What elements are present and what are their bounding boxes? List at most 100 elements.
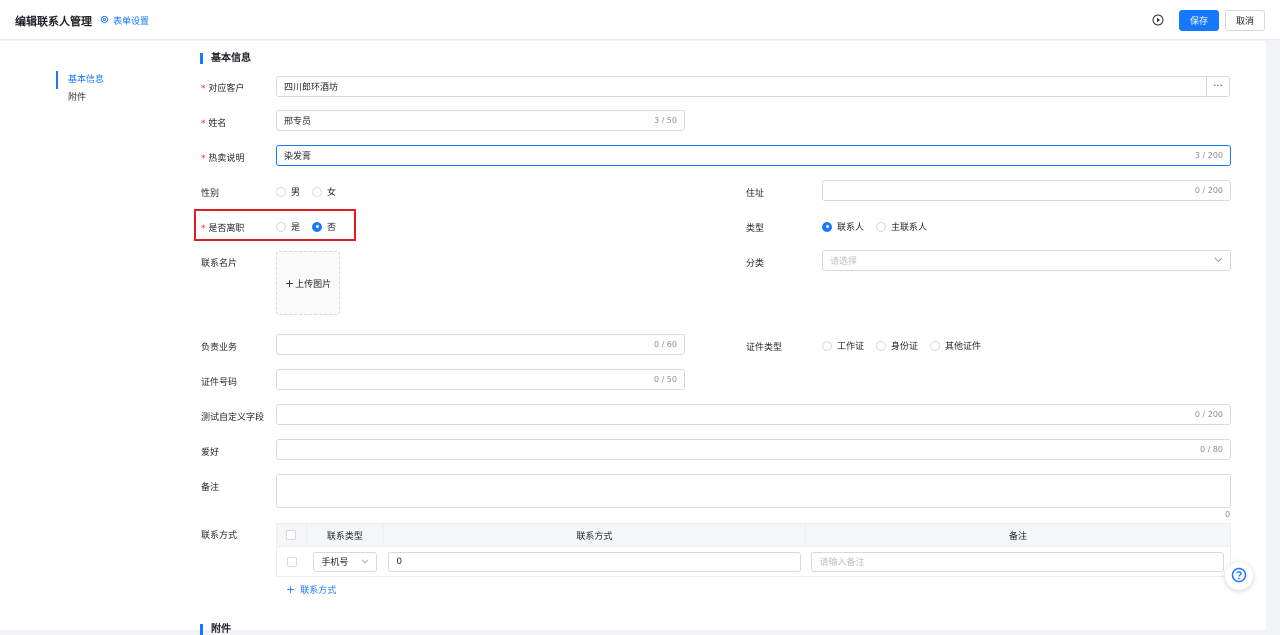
gender-option-label: 女 bbox=[327, 188, 337, 198]
add-contact-button[interactable]: + 联系方式 bbox=[286, 583, 336, 596]
settings-icon bbox=[100, 15, 109, 27]
add-contact-label: 联系方式 bbox=[300, 586, 337, 596]
id-type-option-label: 工作证 bbox=[837, 342, 865, 352]
type-option-contact[interactable]: 联系人 bbox=[822, 220, 864, 233]
remark-char-count: 0 bbox=[1225, 510, 1231, 519]
contact-label: 联系方式 bbox=[201, 531, 238, 541]
type-option-main-contact[interactable]: 主联系人 bbox=[876, 220, 927, 233]
chevron-down-icon bbox=[1214, 256, 1223, 266]
column-header: 备注 bbox=[1008, 531, 1027, 542]
top-bar: 编辑联系人管理 表单设置 保存 取消 bbox=[0, 0, 1280, 40]
nav-item-attachment[interactable]: 附件 bbox=[56, 89, 104, 107]
category-placeholder: 请选择 bbox=[830, 257, 858, 267]
left-panel: 基本信息 附件 bbox=[0, 41, 182, 630]
customer-input[interactable]: 四川郎环酒坊 bbox=[276, 76, 1207, 97]
name-char-count: 3 / 50 bbox=[653, 116, 677, 125]
gender-label: 性别 bbox=[201, 189, 220, 199]
hobby-label: 爱好 bbox=[201, 448, 220, 458]
remark-label: 备注 bbox=[201, 483, 220, 493]
type-option-label: 联系人 bbox=[837, 223, 865, 233]
remark-textarea[interactable] bbox=[276, 474, 1231, 508]
table-header: 联系类型 联系方式 备注 bbox=[276, 523, 1231, 547]
address-char-count: 0 / 200 bbox=[1194, 186, 1223, 195]
radio-circle-icon bbox=[276, 186, 286, 197]
id-type-label: 证件类型 bbox=[746, 343, 783, 353]
hot-desc-value: 染发膏 bbox=[284, 152, 312, 162]
ellipsis-icon: ··· bbox=[1213, 81, 1223, 92]
gender-option-female[interactable]: 女 bbox=[312, 185, 336, 198]
select-all-cell bbox=[277, 524, 307, 546]
upload-image-button[interactable]: + 上传图片 bbox=[276, 251, 340, 315]
section-title-basic: 基本信息 bbox=[200, 53, 251, 64]
plus-icon: + bbox=[284, 276, 295, 290]
type-option-label: 主联系人 bbox=[891, 223, 928, 233]
id-number-char-count: 0 / 50 bbox=[653, 375, 677, 384]
gender-option-label: 男 bbox=[291, 188, 301, 198]
column-header: 联系方式 bbox=[384, 524, 806, 546]
type-label: 类型 bbox=[746, 224, 765, 234]
main-form: 基本信息 对应客户 四川郎环酒坊 ··· 姓名 邢专员 3 / 50 热卖说明 … bbox=[182, 41, 1266, 635]
name-input[interactable]: 邢专员 3 / 50 bbox=[276, 110, 685, 131]
contact-value-input[interactable]: 0 bbox=[388, 551, 802, 572]
row-checkbox[interactable] bbox=[286, 556, 297, 567]
select-all-checkbox[interactable] bbox=[286, 530, 297, 540]
form-settings-label: 表单设置 bbox=[113, 17, 150, 27]
custom-field-char-count: 0 / 200 bbox=[1194, 410, 1223, 419]
id-number-input[interactable]: 0 / 50 bbox=[276, 369, 685, 390]
id-type-option-work[interactable]: 工作证 bbox=[822, 339, 864, 352]
radio-circle-icon bbox=[312, 186, 323, 197]
more-options-button[interactable]: ··· bbox=[1206, 76, 1230, 97]
name-label: 姓名 bbox=[201, 116, 226, 129]
type-radio-group: 联系人 主联系人 bbox=[822, 220, 927, 233]
business-input[interactable]: 0 / 60 bbox=[276, 334, 685, 355]
hobby-input[interactable]: 0 / 80 bbox=[276, 439, 1231, 460]
play-preview-icon[interactable] bbox=[1147, 9, 1169, 31]
category-label: 分类 bbox=[746, 259, 765, 269]
hot-desc-input[interactable]: 染发膏 3 / 200 bbox=[276, 145, 1231, 166]
save-button[interactable]: 保存 bbox=[1179, 9, 1219, 31]
category-select[interactable]: 请选择 bbox=[822, 250, 1231, 271]
id-type-option-idcard[interactable]: 身份证 bbox=[876, 339, 918, 352]
hot-desc-label: 热卖说明 bbox=[201, 151, 244, 164]
business-label: 负责业务 bbox=[201, 343, 238, 353]
help-button[interactable] bbox=[1225, 562, 1253, 590]
table-row: 手机号 0 请输入备注 bbox=[276, 547, 1231, 577]
business-card-label: 联系名片 bbox=[201, 259, 238, 269]
chevron-down-icon bbox=[361, 557, 369, 567]
name-value: 邢专员 bbox=[284, 117, 312, 127]
gender-option-male[interactable]: 男 bbox=[276, 185, 300, 198]
upload-label: 上传图片 bbox=[295, 279, 332, 290]
contact-type-select[interactable]: 手机号 bbox=[313, 551, 378, 572]
custom-field-input[interactable]: 0 / 200 bbox=[276, 404, 1231, 425]
highlight-box bbox=[194, 209, 356, 241]
custom-field-label: 测试自定义字段 bbox=[201, 413, 265, 423]
contact-table: 联系类型 联系方式 备注 手机号 0 请输入备注 bbox=[276, 523, 1231, 577]
contact-value: 0 bbox=[396, 556, 403, 567]
customer-value: 四川郎环酒坊 bbox=[284, 83, 339, 93]
form-settings-link[interactable]: 表单设置 bbox=[100, 14, 149, 27]
radio-checked-icon bbox=[822, 221, 832, 232]
contact-remark-placeholder: 请输入备注 bbox=[819, 558, 865, 568]
id-type-option-label: 其他证件 bbox=[945, 342, 982, 352]
address-input[interactable]: 0 / 200 bbox=[822, 180, 1231, 201]
column-header: 联系类型 bbox=[307, 524, 384, 546]
customer-label: 对应客户 bbox=[201, 81, 244, 94]
nav-item-basic-info[interactable]: 基本信息 bbox=[56, 71, 104, 89]
contact-remark-input[interactable]: 请输入备注 bbox=[811, 551, 1225, 572]
id-type-radio-group: 工作证 身份证 其他证件 bbox=[822, 339, 981, 352]
help-icon bbox=[1231, 567, 1247, 586]
gender-radio-group: 男 女 bbox=[276, 185, 336, 198]
section-nav: 基本信息 附件 bbox=[56, 71, 104, 107]
radio-circle-icon bbox=[822, 340, 832, 351]
radio-circle-icon bbox=[930, 340, 941, 351]
radio-circle-icon bbox=[876, 340, 887, 351]
radio-circle-icon bbox=[876, 221, 887, 232]
contact-type-value: 手机号 bbox=[321, 558, 349, 568]
address-label: 住址 bbox=[746, 189, 765, 199]
plus-icon: + bbox=[286, 583, 296, 596]
scrollbar-track[interactable] bbox=[1266, 41, 1280, 630]
id-type-option-label: 身份证 bbox=[891, 342, 919, 352]
id-type-option-other[interactable]: 其他证件 bbox=[930, 339, 981, 352]
business-char-count: 0 / 60 bbox=[653, 340, 677, 349]
cancel-button[interactable]: 取消 bbox=[1225, 9, 1265, 31]
